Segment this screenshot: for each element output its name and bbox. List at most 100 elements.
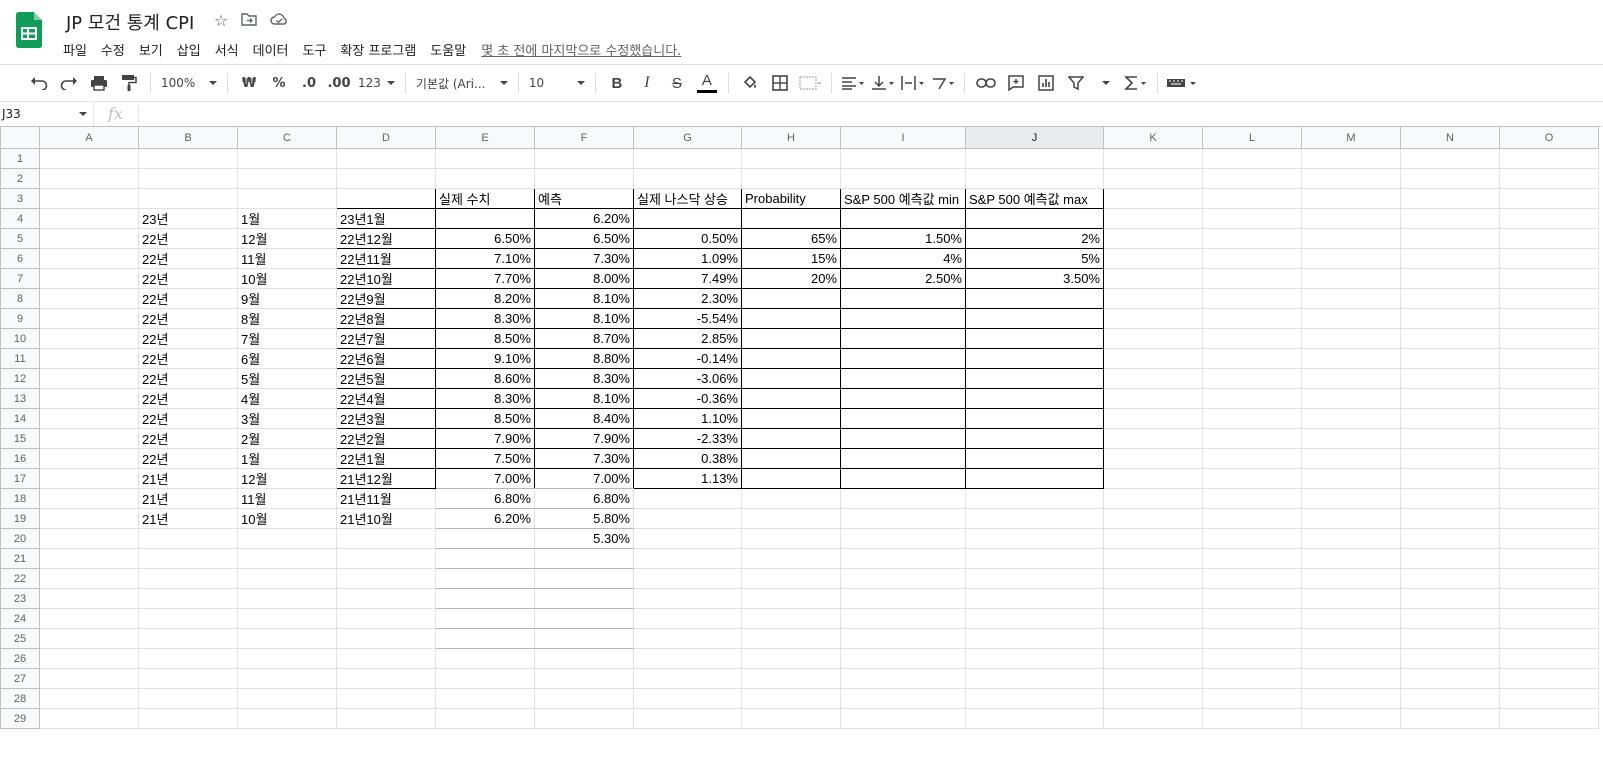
cell-c21[interactable] bbox=[237, 548, 337, 569]
cell-j13[interactable] bbox=[965, 388, 1104, 409]
cell-h21[interactable] bbox=[741, 548, 841, 569]
cell-j12[interactable] bbox=[965, 368, 1104, 389]
cell-a26[interactable] bbox=[39, 648, 139, 669]
row-header[interactable]: 19 bbox=[0, 508, 40, 529]
cell-m16[interactable] bbox=[1301, 448, 1401, 469]
cell-k16[interactable] bbox=[1103, 448, 1203, 469]
cell-k22[interactable] bbox=[1103, 568, 1203, 589]
cell-b10[interactable]: 22년 bbox=[138, 328, 238, 349]
row-header[interactable]: 28 bbox=[0, 688, 40, 709]
cell-i23[interactable] bbox=[840, 588, 966, 609]
cell-l9[interactable] bbox=[1202, 308, 1302, 329]
cell-d4[interactable]: 23년1월 bbox=[336, 208, 436, 229]
row-header[interactable]: 4 bbox=[0, 208, 40, 229]
cell-b25[interactable] bbox=[138, 628, 238, 649]
cell-n16[interactable] bbox=[1400, 448, 1500, 469]
cell-o28[interactable] bbox=[1499, 688, 1599, 709]
filter-views-dropdown-icon[interactable] bbox=[1093, 70, 1119, 96]
cell-l25[interactable] bbox=[1202, 628, 1302, 649]
cell-b20[interactable] bbox=[138, 528, 238, 549]
cell-c14[interactable]: 3월 bbox=[237, 408, 337, 429]
cell-d22[interactable] bbox=[336, 568, 436, 589]
cell-n28[interactable] bbox=[1400, 688, 1500, 709]
cell-a2[interactable] bbox=[39, 168, 139, 189]
cell-a19[interactable] bbox=[39, 508, 139, 529]
cell-k4[interactable] bbox=[1103, 208, 1203, 229]
cell-c23[interactable] bbox=[237, 588, 337, 609]
cell-g4[interactable] bbox=[633, 208, 742, 229]
column-header-b[interactable]: B bbox=[138, 126, 238, 149]
more-formats-dropdown[interactable]: 123 bbox=[354, 70, 399, 96]
cell-h22[interactable] bbox=[741, 568, 841, 589]
insert-chart-icon[interactable] bbox=[1033, 70, 1059, 96]
cell-i26[interactable] bbox=[840, 648, 966, 669]
cell-i21[interactable] bbox=[840, 548, 966, 569]
cell-c11[interactable]: 6월 bbox=[237, 348, 337, 369]
cell-d10[interactable]: 22년7월 bbox=[336, 328, 436, 349]
cell-j3[interactable]: S&P 500 예측값 max bbox=[965, 188, 1104, 209]
select-all-corner[interactable] bbox=[0, 126, 40, 149]
percent-format-button[interactable]: % bbox=[266, 70, 292, 96]
cell-c8[interactable]: 9월 bbox=[237, 288, 337, 309]
cell-n8[interactable] bbox=[1400, 288, 1500, 309]
cell-e22[interactable] bbox=[435, 568, 535, 589]
cell-n4[interactable] bbox=[1400, 208, 1500, 229]
cell-a10[interactable] bbox=[39, 328, 139, 349]
cell-l8[interactable] bbox=[1202, 288, 1302, 309]
cell-j7[interactable]: 3.50% bbox=[965, 268, 1104, 289]
menu-view[interactable]: 보기 bbox=[132, 40, 170, 59]
cell-e2[interactable] bbox=[435, 168, 535, 189]
cell-b18[interactable]: 21년 bbox=[138, 488, 238, 509]
cell-c15[interactable]: 2월 bbox=[237, 428, 337, 449]
menu-format[interactable]: 서식 bbox=[208, 40, 246, 59]
row-header[interactable]: 25 bbox=[0, 628, 40, 649]
cell-j6[interactable]: 5% bbox=[965, 248, 1104, 269]
cell-d5[interactable]: 22년12월 bbox=[336, 228, 436, 249]
cell-g7[interactable]: 7.49% bbox=[633, 268, 742, 289]
row-header[interactable]: 13 bbox=[0, 388, 40, 409]
cell-d17[interactable]: 21년12월 bbox=[336, 468, 436, 489]
cell-n11[interactable] bbox=[1400, 348, 1500, 369]
cell-c24[interactable] bbox=[237, 608, 337, 629]
cell-a24[interactable] bbox=[39, 608, 139, 629]
cell-m14[interactable] bbox=[1301, 408, 1401, 429]
cell-f26[interactable] bbox=[534, 648, 634, 669]
cell-l29[interactable] bbox=[1202, 708, 1302, 729]
cell-l5[interactable] bbox=[1202, 228, 1302, 249]
cell-l18[interactable] bbox=[1202, 488, 1302, 509]
move-folder-icon[interactable] bbox=[240, 12, 258, 30]
cell-g12[interactable]: -3.06% bbox=[633, 368, 742, 389]
cell-i24[interactable] bbox=[840, 608, 966, 629]
cell-k18[interactable] bbox=[1103, 488, 1203, 509]
cell-e25[interactable] bbox=[435, 628, 535, 649]
borders-icon[interactable] bbox=[767, 70, 793, 96]
cell-g19[interactable] bbox=[633, 508, 742, 529]
cell-f24[interactable] bbox=[534, 608, 634, 629]
cell-m20[interactable] bbox=[1301, 528, 1401, 549]
column-header-l[interactable]: L bbox=[1202, 126, 1302, 149]
cell-h2[interactable] bbox=[741, 168, 841, 189]
column-header-h[interactable]: H bbox=[741, 126, 841, 149]
column-header-i[interactable]: I bbox=[840, 126, 966, 149]
cell-e1[interactable] bbox=[435, 148, 535, 169]
column-header-k[interactable]: K bbox=[1103, 126, 1203, 149]
cell-a12[interactable] bbox=[39, 368, 139, 389]
cell-c26[interactable] bbox=[237, 648, 337, 669]
cell-e16[interactable]: 7.50% bbox=[435, 448, 535, 469]
cell-o23[interactable] bbox=[1499, 588, 1599, 609]
cell-h11[interactable] bbox=[741, 348, 841, 369]
cell-h26[interactable] bbox=[741, 648, 841, 669]
cell-d6[interactable]: 22년11월 bbox=[336, 248, 436, 269]
cell-o26[interactable] bbox=[1499, 648, 1599, 669]
cell-l24[interactable] bbox=[1202, 608, 1302, 629]
cell-l27[interactable] bbox=[1202, 668, 1302, 689]
cell-g22[interactable] bbox=[633, 568, 742, 589]
cell-d27[interactable] bbox=[336, 668, 436, 689]
cell-l28[interactable] bbox=[1202, 688, 1302, 709]
cell-c9[interactable]: 8월 bbox=[237, 308, 337, 329]
cell-f23[interactable] bbox=[534, 588, 634, 609]
cell-i9[interactable] bbox=[840, 308, 966, 329]
cell-e20[interactable] bbox=[435, 528, 535, 549]
row-header[interactable]: 10 bbox=[0, 328, 40, 349]
cell-g24[interactable] bbox=[633, 608, 742, 629]
